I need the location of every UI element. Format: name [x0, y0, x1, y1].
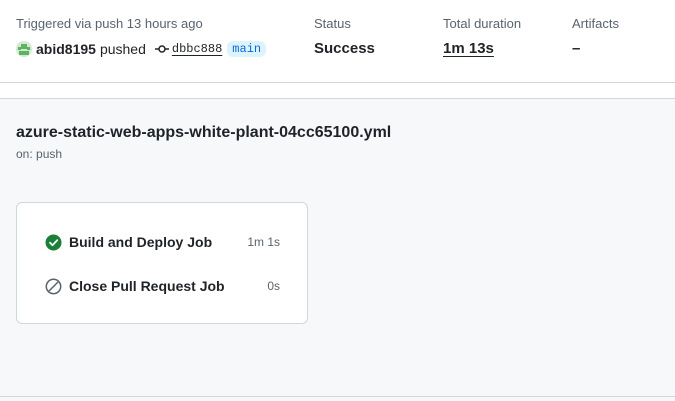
workflow-file-name: azure-static-web-apps-white-plant-04cc65… [16, 124, 392, 141]
artifacts-value: – [572, 40, 581, 57]
section-divider [0, 83, 675, 99]
duration-link[interactable]: 1m 13s [443, 40, 494, 58]
bottom-border [0, 396, 675, 397]
job-name: Close Pull Request Job [69, 278, 225, 294]
trigger-label: Triggered via push 13 hours ago [16, 16, 203, 31]
trigger-column: Triggered via push 13 hours ago [16, 16, 203, 32]
branch-badge[interactable]: main [227, 41, 267, 57]
artifacts-column: Artifacts [572, 16, 619, 32]
job-duration: 0s [267, 279, 280, 293]
artifacts-label: Artifacts [572, 16, 619, 31]
job-close-pull-request[interactable]: Close Pull Request Job 0s [45, 276, 280, 296]
job-duration: 1m 1s [247, 235, 280, 249]
push-action-text: pushed [99, 41, 146, 57]
status-value: Success [314, 40, 375, 57]
job-build-and-deploy[interactable]: Build and Deploy Job 1m 1s [45, 232, 280, 252]
duration-label: Total duration [443, 16, 522, 31]
status-column: Status [314, 16, 351, 32]
commit-sha-link[interactable]: dbbc888 [172, 42, 222, 56]
status-label: Status [314, 16, 351, 31]
duration-column: Total duration [443, 16, 521, 32]
avatar[interactable] [16, 41, 32, 57]
jobs-graph-card: Build and Deploy Job 1m 1s Close Pull Re… [16, 202, 308, 324]
workflow-trigger: on: push [16, 147, 63, 161]
job-name: Build and Deploy Job [69, 234, 213, 250]
run-summary-panel: Triggered via push 13 hours ago abid8195… [0, 0, 675, 83]
check-circle-icon [45, 234, 62, 251]
trigger-details: abid8195 pushed dbbc888 main [16, 40, 267, 58]
git-commit-icon [154, 44, 169, 54]
skipped-icon [45, 278, 62, 295]
actor-link[interactable]: abid8195 [36, 41, 96, 57]
